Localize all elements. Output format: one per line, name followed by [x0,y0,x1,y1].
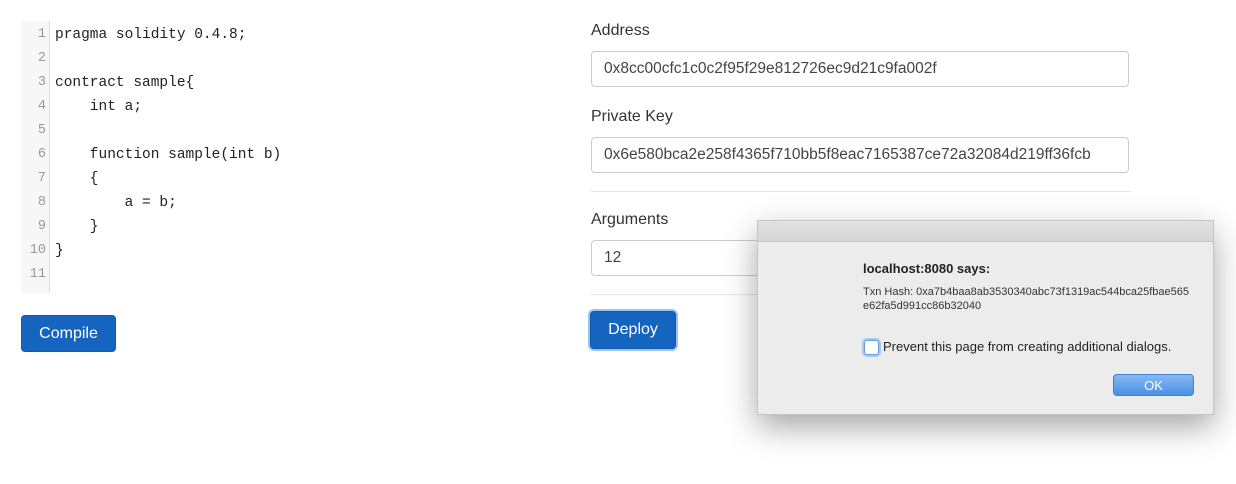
dialog-title: localhost:8080 says: [863,261,991,276]
line-number: 2 [37,51,46,66]
code-text[interactable]: pragma solidity 0.4.8; [55,23,246,47]
code-line[interactable]: 6 function sample(int b) [21,143,461,167]
code-text[interactable]: contract sample{ [55,71,194,95]
line-number: 1 [37,27,46,42]
code-line[interactable]: 10} [21,239,461,263]
form-divider [591,191,1131,192]
address-input[interactable]: 0x8cc00cfc1c0c2f95f29e812726ec9d21c9fa00… [591,51,1129,87]
dialog-titlebar[interactable] [758,221,1213,242]
code-text[interactable]: } [55,239,64,263]
private-key-label: Private Key [591,108,673,125]
line-number: 7 [37,171,46,186]
code-line[interactable]: 11 [21,263,461,287]
code-line[interactable]: 5 [21,119,461,143]
code-line[interactable]: 1 pragma solidity 0.4.8; [21,23,461,47]
code-line[interactable]: 2 [21,47,461,71]
private-key-input[interactable]: 0x6e580bca2e258f4365f710bb5f8eac7165387c… [591,137,1129,173]
prevent-dialogs-label[interactable]: Prevent this page from creating addition… [883,339,1171,354]
code-text[interactable]: a = b; [55,191,177,215]
address-label: Address [591,22,650,39]
code-text[interactable]: int a; [55,95,142,119]
line-number: 8 [37,195,46,210]
code-text[interactable]: function sample(int b) [55,143,281,167]
line-number: 4 [37,99,46,114]
ok-button[interactable]: OK [1113,374,1194,396]
prevent-dialogs-checkbox[interactable] [864,340,879,355]
code-editor[interactable]: 1 pragma solidity 0.4.8; 2 3 contract sample… [21,21,461,293]
code-line[interactable]: 8 a = b; [21,191,461,215]
code-line[interactable]: 4 int a; [21,95,461,119]
dialog-message: Txn Hash: 0xa7b4baa8ab3530340abc73f1319a… [863,286,1190,312]
line-number: 9 [37,219,46,234]
code-text[interactable]: } [55,215,99,239]
code-text[interactable]: { [55,167,99,191]
arguments-label: Arguments [591,211,669,228]
deploy-button[interactable]: Deploy [590,311,676,349]
code-line[interactable]: 3 contract sample{ [21,71,461,95]
line-number: 5 [37,123,46,138]
line-number: 3 [37,75,46,90]
line-number: 6 [37,147,46,162]
compile-button[interactable]: Compile [21,315,116,352]
code-line[interactable]: 7 { [21,167,461,191]
line-number: 11 [29,267,46,282]
alert-dialog: localhost:8080 says: Txn Hash: 0xa7b4baa… [757,220,1214,415]
line-number: 10 [29,243,46,258]
code-line[interactable]: 9 } [21,215,461,239]
